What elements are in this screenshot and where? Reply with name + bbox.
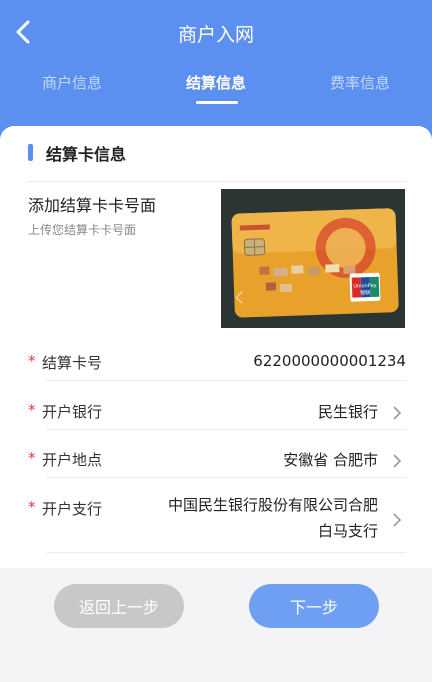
settlement-card-panel: 结算卡信息 添加结算卡卡号面 上传您结算卡卡号面 UnionPay 银联 * 结… [0, 126, 432, 568]
required-mark: * [28, 449, 36, 467]
required-mark: * [28, 401, 36, 419]
footer-bar: 返回上一步 下一步 [0, 568, 432, 682]
required-mark: * [28, 352, 36, 370]
location-value[interactable]: 安徽省 合肥市 [283, 449, 378, 470]
bank-card-photo[interactable]: UnionPay 银联 [221, 189, 405, 328]
bank-value[interactable]: 民生银行 [318, 401, 378, 422]
field-label: 结算卡号 [42, 354, 103, 372]
tab-rate-info[interactable]: 费率信息 [288, 72, 432, 93]
chevron-right-icon[interactable] [392, 453, 402, 469]
required-mark: * [28, 498, 36, 516]
card-number-value[interactable]: 6220000000001234 [253, 352, 406, 370]
unionpay-cn-text: 银联 [360, 289, 370, 296]
branch-value-line2: 白马支行 [317, 522, 378, 540]
prev-step-button[interactable]: 返回上一步 [54, 584, 184, 628]
page-title: 商户入网 [177, 24, 254, 46]
chevron-right-icon[interactable] [392, 512, 402, 528]
section-title: 结算卡信息 [46, 145, 127, 164]
section-accent-bar [28, 144, 33, 161]
divider [46, 429, 406, 430]
branch-value-line1: 中国民生银行股份有限公司合肥 [167, 496, 378, 514]
tab-merchant-info[interactable]: 商户信息 [0, 72, 144, 93]
divider [46, 552, 406, 553]
field-label: 开户地点 [42, 451, 103, 469]
bank-card-image: UnionPay 银联 [221, 189, 405, 328]
upload-title: 添加结算卡卡号面 [28, 196, 157, 215]
branch-value[interactable]: 中国民生银行股份有限公司合肥 白马支行 [168, 492, 378, 544]
divider [46, 380, 406, 381]
unionpay-text: UnionPay [353, 283, 376, 290]
tab-settlement-info[interactable]: 结算信息 [144, 72, 288, 93]
field-branch[interactable]: * 开户支行 中国民生银行股份有限公司合肥 白马支行 [28, 486, 406, 556]
next-step-button[interactable]: 下一步 [249, 584, 379, 628]
field-label: 开户支行 [42, 500, 103, 518]
active-tab-indicator [196, 101, 238, 104]
chevron-right-icon[interactable] [392, 405, 402, 421]
divider [46, 477, 406, 478]
top-header: 商户入网 商户信息 结算信息 费率信息 [0, 0, 432, 140]
field-label: 开户银行 [42, 403, 103, 421]
upload-subtitle: 上传您结算卡卡号面 [28, 223, 137, 237]
divider [28, 181, 406, 182]
